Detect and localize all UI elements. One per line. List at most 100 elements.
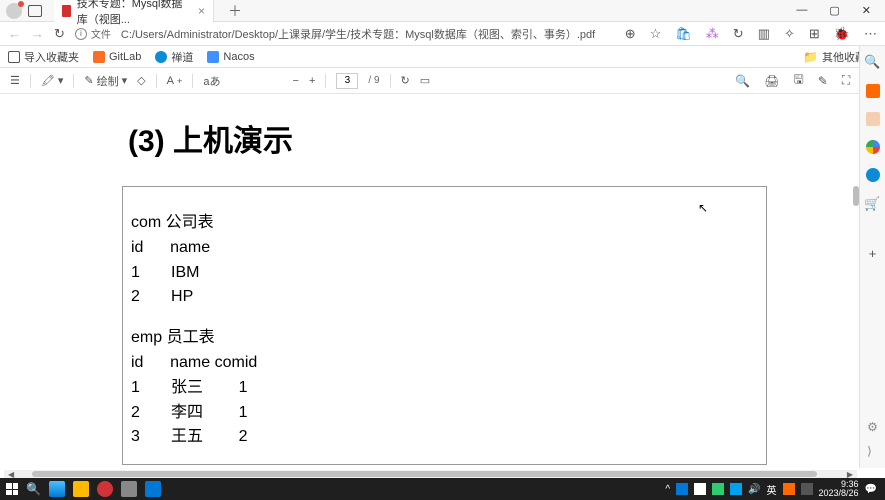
doc-line: 3 王五 2: [131, 425, 766, 450]
ime-icon[interactable]: 英: [767, 482, 777, 497]
save-button[interactable]: 🖫: [794, 70, 804, 91]
zendao-icon: [155, 51, 167, 63]
taskview-icon[interactable]: [49, 481, 65, 497]
maximize-button[interactable]: ▢: [829, 4, 839, 17]
rotate-button[interactable]: ↻: [401, 74, 410, 87]
person-sidebar-icon[interactable]: [866, 112, 880, 126]
draw-button[interactable]: ✎ 绘制 ▾: [84, 73, 127, 89]
tray-icon-1[interactable]: [676, 483, 688, 495]
import-icon: [8, 51, 20, 63]
new-tab-button[interactable]: ＋: [228, 1, 242, 21]
doc-line: 1 IBM: [131, 261, 766, 286]
doc-heading: (3) 上机演示: [0, 94, 857, 186]
tray-icon-3[interactable]: [712, 483, 724, 495]
refresh-ext-icon[interactable]: ↻: [733, 26, 744, 42]
read-aloud-button[interactable]: aあ: [203, 73, 220, 89]
doc-line: 1 张三 1: [131, 376, 766, 401]
volume-icon[interactable]: 🔊: [748, 484, 760, 495]
tab-close-button[interactable]: ×: [198, 4, 205, 18]
gitlab-icon: [93, 51, 105, 63]
doc-line: 2 李四 1: [131, 401, 766, 426]
edge-taskbar-icon[interactable]: [145, 481, 161, 497]
extensions-icon[interactable]: ✧: [784, 26, 795, 42]
forward-button: →: [31, 26, 44, 41]
shopping-icon[interactable]: 🛍: [675, 26, 692, 42]
tab-title: 技术专题：Mysql数据库（视图...: [77, 0, 192, 27]
contents-button[interactable]: ☰: [10, 74, 20, 87]
doc-line: id name comid: [131, 351, 766, 376]
address-bar: ← → ↻ i 文件 C:/Users/Administrator/Deskto…: [0, 22, 885, 46]
reload-button[interactable]: ↻: [54, 26, 65, 42]
print-button[interactable]: 🖨: [764, 74, 779, 88]
sidebar-collapse-icon[interactable]: ⟩: [867, 444, 878, 458]
search-sidebar-icon[interactable]: 🔍: [864, 54, 880, 70]
tray-overflow[interactable]: ^: [665, 484, 670, 495]
page-number-input[interactable]: [336, 73, 358, 89]
workspace-icon[interactable]: [28, 5, 42, 17]
titlebar: 技术专题：Mysql数据库（视图... × ＋ — ▢ ✕: [0, 0, 885, 22]
copilot-icon[interactable]: ⁂: [706, 26, 719, 42]
search-taskbar-icon[interactable]: 🔍: [26, 482, 41, 496]
doc-content-box: com 公司表 id name 1 IBM 2 HP emp 员工表 id na…: [122, 186, 767, 465]
google-sidebar-icon[interactable]: [866, 140, 880, 154]
folder-icon: 📁: [803, 50, 818, 64]
back-button[interactable]: ←: [8, 26, 21, 41]
doc-line: id name: [131, 236, 766, 261]
highlight-dropdown[interactable]: 🖍 ▾: [41, 74, 64, 87]
pdf-viewport[interactable]: (3) 上机演示 com 公司表 id name 1 IBM 2 HP emp …: [0, 94, 857, 468]
start-button[interactable]: [6, 483, 18, 495]
horizontal-scrollbar[interactable]: ◀ ▶: [4, 470, 857, 478]
erase-button[interactable]: ◇: [137, 74, 145, 87]
sidebar-settings-icon[interactable]: ⚙: [867, 420, 878, 434]
doc-line: com 公司表: [131, 211, 766, 236]
bookmark-gitlab[interactable]: GitLab: [93, 51, 141, 63]
minimize-button[interactable]: —: [796, 4, 807, 17]
nacos-icon: [207, 51, 219, 63]
close-window-button[interactable]: ✕: [862, 4, 871, 17]
app-sidebar-icon[interactable]: [866, 168, 880, 182]
collections-icon[interactable]: ⊞: [809, 26, 820, 42]
page-total: / 9: [368, 75, 379, 86]
app-taskbar-icon[interactable]: [121, 481, 137, 497]
notifications-icon[interactable]: 💬: [865, 484, 877, 495]
clock[interactable]: 9:36 2023/8/26: [819, 480, 859, 498]
page-view-button[interactable]: ▭: [420, 74, 430, 87]
doc-line: 2 HP: [131, 285, 766, 310]
url-path[interactable]: C:/Users/Administrator/Desktop/上课录屏/学生/技…: [121, 26, 615, 42]
zoom-icon[interactable]: ⊕: [625, 26, 636, 42]
recorder-icon[interactable]: [97, 481, 113, 497]
file-label: 文件: [91, 26, 111, 41]
cart-sidebar-icon[interactable]: 🛒: [864, 196, 880, 212]
shopping-sidebar-icon[interactable]: [866, 84, 880, 98]
tray-icon-4[interactable]: [730, 483, 742, 495]
text-button[interactable]: A+: [167, 75, 183, 87]
favorite-icon[interactable]: ☆: [650, 26, 662, 42]
more-icon[interactable]: ⋯: [864, 26, 877, 42]
tray-icon-5[interactable]: [783, 483, 795, 495]
zoom-out-button[interactable]: −: [293, 75, 299, 87]
horizontal-scrollbar-thumb[interactable]: [32, 471, 817, 477]
doc-line: emp 员工表: [131, 326, 766, 351]
tray-icon-2[interactable]: [694, 483, 706, 495]
info-icon[interactable]: i: [75, 28, 87, 40]
add-sidebar-icon[interactable]: +: [869, 246, 877, 261]
explorer-icon[interactable]: [73, 481, 89, 497]
pdf-icon: [62, 5, 71, 17]
windows-taskbar: 🔍 ^ 🔊 英 9:36 2023/8/26 💬: [0, 478, 885, 500]
pdf-toolbar: ☰ 🖍 ▾ ✎ 绘制 ▾ ◇ A+ aあ − + / 9 ↻ ▭ 🔍 🖨 🖫 ✎…: [0, 68, 885, 94]
tray-icon-6[interactable]: [801, 483, 813, 495]
fullscreen-button[interactable]: ⛶: [842, 73, 850, 88]
import-bookmarks[interactable]: 导入收藏夹: [8, 49, 79, 65]
search-button[interactable]: 🔍: [735, 74, 750, 88]
bookmark-zendao[interactable]: 禅道: [155, 49, 193, 65]
split-screen-icon[interactable]: ▥: [758, 26, 770, 42]
zoom-in-button[interactable]: +: [309, 75, 315, 87]
browser-tab[interactable]: 技术专题：Mysql数据库（视图... ×: [54, 0, 214, 22]
bookmark-nacos[interactable]: Nacos: [207, 51, 254, 63]
profile-avatar[interactable]: [6, 3, 22, 19]
bookmarks-bar: 导入收藏夹 GitLab 禅道 Nacos 📁其他收藏夹: [0, 46, 885, 68]
file-protocol-chip: i 文件: [75, 26, 111, 41]
save-as-button[interactable]: ✎: [818, 74, 828, 88]
edge-sidebar: 🔍 🛒 + ⚙ ⟩: [859, 46, 885, 468]
translate-icon[interactable]: 🐞: [834, 26, 850, 42]
